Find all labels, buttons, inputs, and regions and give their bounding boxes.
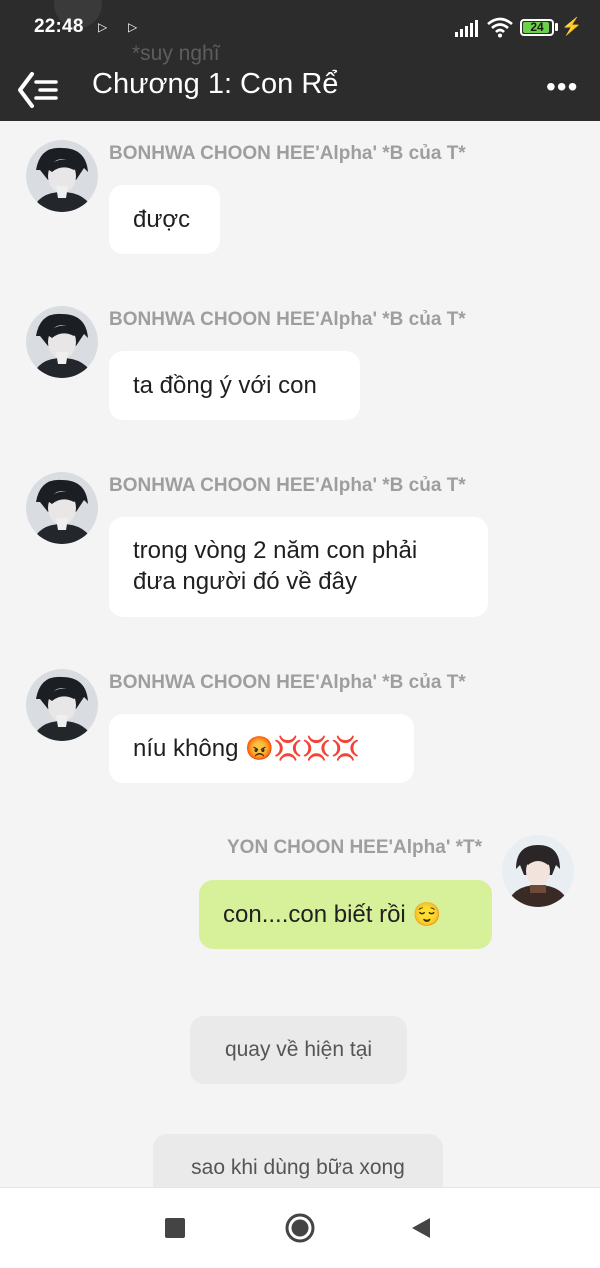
message-bubble[interactable]: trong vòng 2 năm con phải đưa người đó v… [109, 517, 488, 617]
angry-emoji-icon: 😡💢💢💢 [245, 735, 360, 761]
home-icon[interactable] [285, 1213, 315, 1243]
sender-name: BONHWA CHOON HEE'Alpha' *B của T* [109, 309, 466, 330]
avatar[interactable] [26, 669, 98, 741]
message-bubble[interactable]: ta đồng ý với con [109, 351, 360, 420]
wifi-icon [487, 17, 513, 38]
top-bar: *suy nghĩ 22:48 ▷ ▷ 24 ⚡ Chương 1: Con R… [0, 0, 600, 121]
avatar[interactable] [26, 472, 98, 544]
charging-icon: ⚡ [561, 17, 583, 36]
system-nav-bar [0, 1187, 600, 1268]
message-bubble[interactable]: được [109, 185, 220, 254]
battery-icon: 24 [520, 19, 554, 36]
narration-bubble[interactable]: quay về hiện tại [190, 1016, 407, 1084]
play-notification-icon: ▷ [98, 20, 108, 34]
signal-icon [455, 20, 478, 37]
sender-name: YON CHOON HEE'Alpha' *T* [227, 837, 483, 858]
message-bubble-mine[interactable]: con....con biết rồi 😌 [199, 880, 492, 949]
narration-text: sao khi dùng bữa xong [191, 1156, 405, 1179]
message-bubble[interactable]: níu không 😡💢💢💢 [109, 714, 414, 783]
back-menu-icon[interactable] [14, 68, 62, 112]
message-text-line: trong vòng 2 năm con phải [133, 537, 418, 564]
relieved-emoji-icon: 😌 [412, 901, 442, 927]
message-text: con....con biết rồi [223, 901, 406, 928]
message-text: được [133, 206, 191, 233]
app-header: Chương 1: Con Rể ••• [0, 60, 600, 121]
avatar[interactable] [26, 306, 98, 378]
battery-level: 24 [530, 20, 544, 34]
status-time: 22:48 [34, 16, 84, 37]
avatar[interactable] [26, 140, 98, 212]
chat-area[interactable]: BONHWA CHOON HEE'Alpha' *B của T* được B… [0, 121, 600, 1187]
sender-name: BONHWA CHOON HEE'Alpha' *B của T* [109, 143, 466, 164]
more-options-icon[interactable]: ••• [546, 71, 578, 103]
avatar[interactable] [502, 835, 574, 907]
message-text: níu không [133, 735, 239, 762]
battery-cap [555, 23, 558, 31]
narration-text: quay về hiện tại [224, 1038, 373, 1061]
back-triangle-icon[interactable] [410, 1216, 432, 1240]
sender-name: BONHWA CHOON HEE'Alpha' *B của T* [109, 475, 466, 496]
status-bar: *suy nghĩ 22:48 ▷ ▷ 24 ⚡ [0, 0, 600, 65]
message-text-line: đưa người đó về đây [133, 568, 358, 595]
narration-bubble[interactable]: sao khi dùng bữa xong [153, 1134, 443, 1187]
play-notification-icon: ▷ [128, 20, 138, 34]
message-text: ta đồng ý với con [133, 372, 317, 399]
recents-icon[interactable] [165, 1218, 185, 1238]
sender-name: BONHWA CHOON HEE'Alpha' *B của T* [109, 672, 466, 693]
page-title: Chương 1: Con Rể [92, 68, 339, 100]
